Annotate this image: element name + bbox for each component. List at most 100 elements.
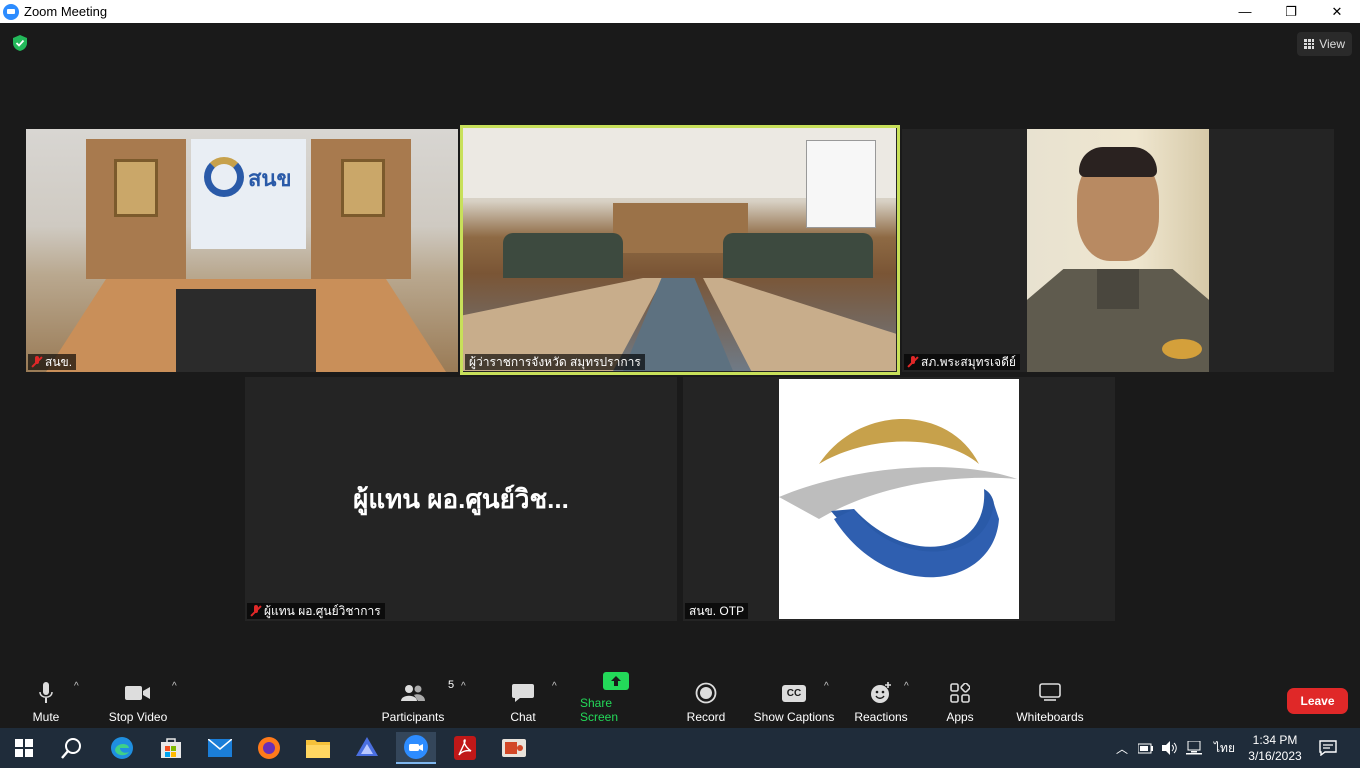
mute-button[interactable]: Mute <box>26 679 66 724</box>
zoom-app-icon <box>3 3 19 20</box>
taskbar-search-button[interactable] <box>52 732 92 764</box>
windows-logo-icon <box>15 739 33 757</box>
otp-logo-video <box>779 379 1019 619</box>
view-label: View <box>1319 37 1345 51</box>
mic-muted-icon <box>251 605 261 617</box>
show-hidden-icons-chevron-icon[interactable]: ︿ <box>1116 740 1128 757</box>
mic-muted-icon <box>32 356 42 368</box>
closed-captions-icon: CC <box>782 684 806 702</box>
volume-icon[interactable] <box>1162 741 1178 755</box>
participant-name: ผู้แทน ผอ.ศูนย์วิชาการ <box>264 603 381 618</box>
network-icon[interactable] <box>1186 741 1203 755</box>
participant-name-label: ผู้ว่าราชการจังหวัด สมุทรปราการ <box>465 354 645 370</box>
record-button[interactable]: Record <box>684 679 728 724</box>
participants-options-caret[interactable]: ^ <box>461 681 466 692</box>
apps-icon <box>950 683 970 703</box>
room-logo-text: สนข <box>248 166 292 191</box>
reactions-smiley-icon <box>871 682 891 703</box>
adobe-acrobat-icon <box>454 736 476 760</box>
meeting-gallery: View สนข สนข. ผู้ว่าราชการจังหวัด สมุทรป… <box>0 23 1360 673</box>
participant-name-label: ผู้แทน ผอ.ศูนย์วิชาการ <box>247 603 385 619</box>
share-screen-label: Share Screen <box>580 696 619 724</box>
meeting-controls-toolbar: Mute ^ Stop Video ^ 5 Participants ^ Cha… <box>0 672 1360 728</box>
window-title: Zoom Meeting <box>24 4 108 19</box>
leave-button[interactable]: Leave <box>1287 688 1348 714</box>
restore-button[interactable]: ❐ <box>1268 0 1314 23</box>
system-tray: ︿ ไทย <box>1116 728 1235 768</box>
participant-name-label: สนข. <box>28 354 77 370</box>
reactions-button[interactable]: Reactions <box>853 679 909 724</box>
video-tile-officer[interactable]: สภ.พระสมุทรเจดีย์ <box>902 129 1334 372</box>
audio-options-caret[interactable]: ^ <box>74 681 79 692</box>
participants-label: Participants <box>381 710 445 724</box>
taskbar-firefox[interactable] <box>249 732 289 764</box>
presentation-app-icon <box>502 739 526 757</box>
captions-options-caret[interactable]: ^ <box>824 681 829 692</box>
search-icon <box>61 738 81 759</box>
notification-center-button[interactable] <box>1308 732 1348 764</box>
taskbar-acrobat[interactable] <box>445 732 485 764</box>
chat-bubble-icon <box>512 684 534 702</box>
minimize-button[interactable]: — <box>1222 0 1268 23</box>
taskbar-mail[interactable] <box>200 732 240 764</box>
firefox-icon <box>258 737 280 759</box>
video-tile-otp[interactable]: สนข. OTP <box>683 377 1115 621</box>
video-tile-room1[interactable]: สนข สนข. <box>26 129 458 372</box>
participants-button[interactable]: 5 Participants <box>380 679 454 724</box>
otp-logo-icon <box>204 157 244 197</box>
mic-muted-icon <box>908 356 918 368</box>
show-captions-label: Show Captions <box>753 710 835 724</box>
taskbar-edge[interactable] <box>102 732 142 764</box>
room1-video: สนข <box>26 129 458 372</box>
record-label: Record <box>686 710 726 724</box>
chat-label: Chat <box>510 710 536 724</box>
edge-browser-icon <box>111 737 133 759</box>
taskbar-powerpoint[interactable] <box>494 732 534 764</box>
officer-video <box>1027 129 1209 372</box>
window-title-bar: Zoom Meeting — ❐ ✕ <box>0 0 1360 23</box>
reactions-options-caret[interactable]: ^ <box>904 681 909 692</box>
mute-label: Mute <box>32 710 60 724</box>
microsoft-store-icon <box>161 738 181 758</box>
record-icon <box>695 682 717 704</box>
input-language-indicator[interactable]: ไทย <box>1214 739 1235 758</box>
app-logo-icon <box>356 737 378 756</box>
windows-taskbar: ︿ ไทย 1:34 PM 3/16/2023 <box>0 728 1360 768</box>
encryption-shield-icon[interactable] <box>12 35 28 51</box>
start-button[interactable] <box>4 732 44 764</box>
taskbar-store[interactable] <box>151 732 191 764</box>
video-tile-name-only[interactable]: ผู้แทน ผอ.ศูนย์วิช... ผู้แทน ผอ.ศูนย์วิช… <box>245 377 677 621</box>
participant-name: สภ.พระสมุทรเจดีย์ <box>921 354 1016 369</box>
battery-icon[interactable] <box>1138 742 1154 754</box>
whiteboards-label: Whiteboards <box>1016 710 1084 724</box>
share-screen-button[interactable]: Share Screen <box>580 672 652 724</box>
folder-icon <box>306 740 330 758</box>
mail-icon <box>208 739 232 757</box>
taskbar-clock[interactable]: 1:34 PM 3/16/2023 <box>1240 732 1310 764</box>
zoom-icon <box>404 735 428 759</box>
participant-display-name: ผู้แทน ผอ.ศูนย์วิช... <box>353 483 569 514</box>
reactions-label: Reactions <box>854 710 908 724</box>
apps-button[interactable]: Apps <box>940 679 980 724</box>
clock-date: 3/16/2023 <box>1248 749 1302 763</box>
taskbar-zoom[interactable] <box>396 732 436 764</box>
participants-icon <box>401 685 425 701</box>
video-options-caret[interactable]: ^ <box>172 681 177 692</box>
close-button[interactable]: ✕ <box>1314 0 1360 23</box>
microphone-icon <box>39 682 53 703</box>
stop-video-button[interactable]: Stop Video <box>106 679 170 724</box>
participant-name: สนข. OTP <box>689 603 745 618</box>
chat-options-caret[interactable]: ^ <box>552 681 557 692</box>
whiteboards-button[interactable]: Whiteboards <box>1012 679 1088 724</box>
view-button[interactable]: View <box>1297 32 1352 56</box>
participants-count: 5 <box>448 679 455 691</box>
taskbar-app-triangle[interactable] <box>347 732 387 764</box>
chat-button[interactable]: Chat <box>503 679 543 724</box>
whiteboard-icon <box>1039 683 1061 701</box>
room2-video <box>463 128 896 371</box>
participant-name-label: สนข. OTP <box>685 603 749 619</box>
video-tile-active-speaker[interactable]: ผู้ว่าราชการจังหวัด สมุทรปราการ <box>460 125 900 375</box>
taskbar-file-explorer[interactable] <box>298 732 338 764</box>
video-camera-icon <box>125 686 150 700</box>
grid-view-icon <box>1304 39 1315 49</box>
